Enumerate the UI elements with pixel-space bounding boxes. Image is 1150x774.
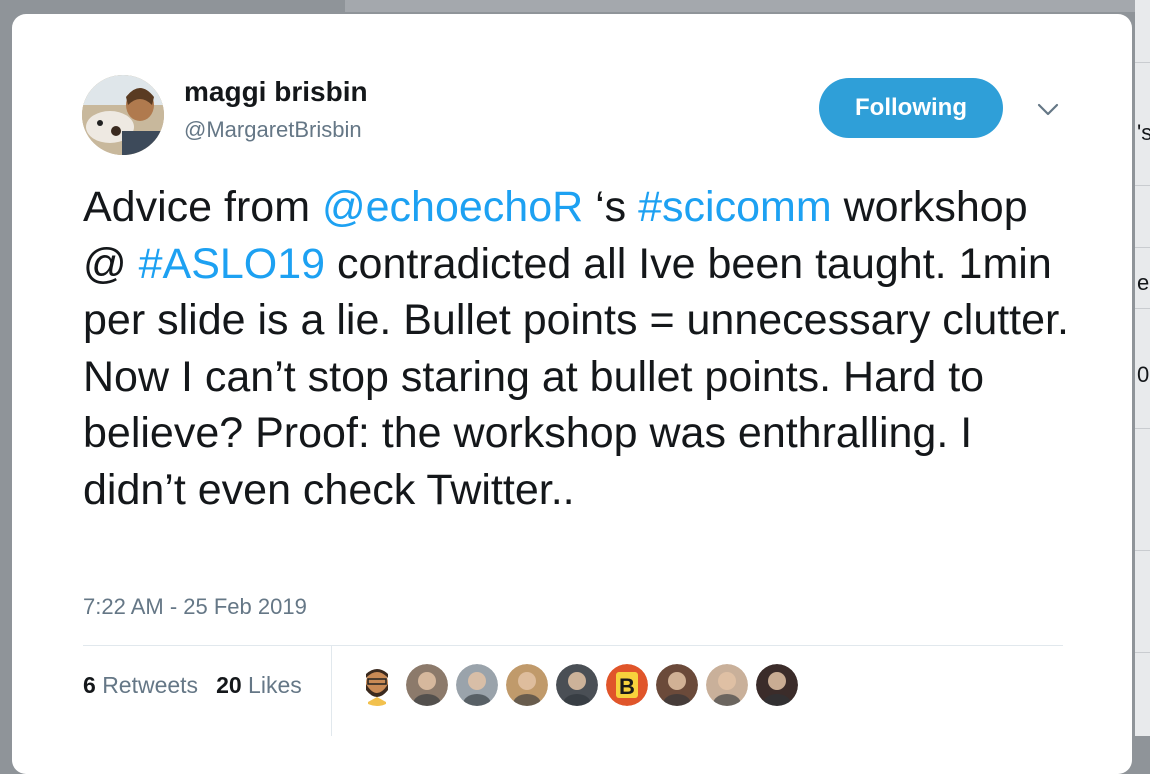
liker-avatar[interactable]: B (606, 664, 648, 706)
author-handle[interactable]: @MargaretBrisbin (184, 117, 362, 143)
hashtag-link-scicomm[interactable]: #scicomm (638, 183, 832, 231)
user-avatar-icon (656, 664, 698, 706)
liker-avatar[interactable] (506, 664, 548, 706)
liker-avatar[interactable] (356, 664, 398, 706)
tweet-stats: 6 Retweets 20 Likes (83, 672, 302, 699)
background-header-strip (345, 0, 1150, 12)
background-text-fragment: 01 (1137, 362, 1150, 387)
following-button[interactable]: Following (819, 78, 1003, 138)
user-avatar-icon (506, 664, 548, 706)
background-text-fragment: 's (1137, 120, 1150, 145)
hashtag-link-aslo19[interactable]: #ASLO19 (139, 240, 325, 288)
liker-avatar[interactable] (756, 664, 798, 706)
liker-avatar[interactable] (556, 664, 598, 706)
tweet-text-segment: Advice from (83, 183, 322, 231)
user-avatar-icon (456, 664, 498, 706)
background-divider (1135, 550, 1150, 551)
likes-stat[interactable]: 20 Likes (216, 672, 302, 699)
bearded-emoji-avatar-icon (356, 664, 398, 706)
user-avatar-icon (556, 664, 598, 706)
background-divider (1135, 428, 1150, 429)
liker-letter: B (619, 674, 635, 699)
likes-label: Likes (248, 672, 302, 698)
user-avatar-icon (756, 664, 798, 706)
stats-divider (83, 645, 1063, 646)
user-avatar-icon (406, 664, 448, 706)
tweet-text: Advice from @echoechoR ‘s #scicomm works… (83, 179, 1083, 518)
tweet-timestamp[interactable]: 7:22 AM - 25 Feb 2019 (83, 594, 307, 620)
liker-avatar[interactable] (656, 664, 698, 706)
liker-avatar[interactable] (406, 664, 448, 706)
background-divider (1135, 247, 1150, 248)
author-avatar[interactable] (82, 75, 164, 155)
author-name[interactable]: maggi brisbin (184, 76, 368, 108)
background-divider (1135, 185, 1150, 186)
liker-avatar[interactable] (456, 664, 498, 706)
likes-count: 20 (216, 672, 242, 698)
chevron-down-icon (1037, 103, 1059, 116)
retweets-label: Retweets (102, 672, 199, 698)
liker-avatar[interactable] (706, 664, 748, 706)
background-timeline: 's er 01 (1135, 0, 1150, 736)
tweet-text-segment: ‘s (583, 183, 639, 231)
retweets-count: 6 (83, 672, 96, 698)
background-divider (1135, 62, 1150, 63)
retweets-stat[interactable]: 6 Retweets (83, 672, 198, 699)
background-text-fragment: er (1137, 270, 1150, 295)
mention-link[interactable]: @echoechoR (322, 183, 583, 231)
background-divider (1135, 652, 1150, 653)
likers-avatar-list: B (356, 664, 798, 706)
stats-separator (331, 646, 332, 736)
more-options-button[interactable] (1034, 98, 1062, 122)
background-divider (1135, 308, 1150, 309)
avatar-photo-icon (82, 75, 164, 155)
user-avatar-icon (706, 664, 748, 706)
letter-b-avatar-icon: B (606, 664, 648, 706)
